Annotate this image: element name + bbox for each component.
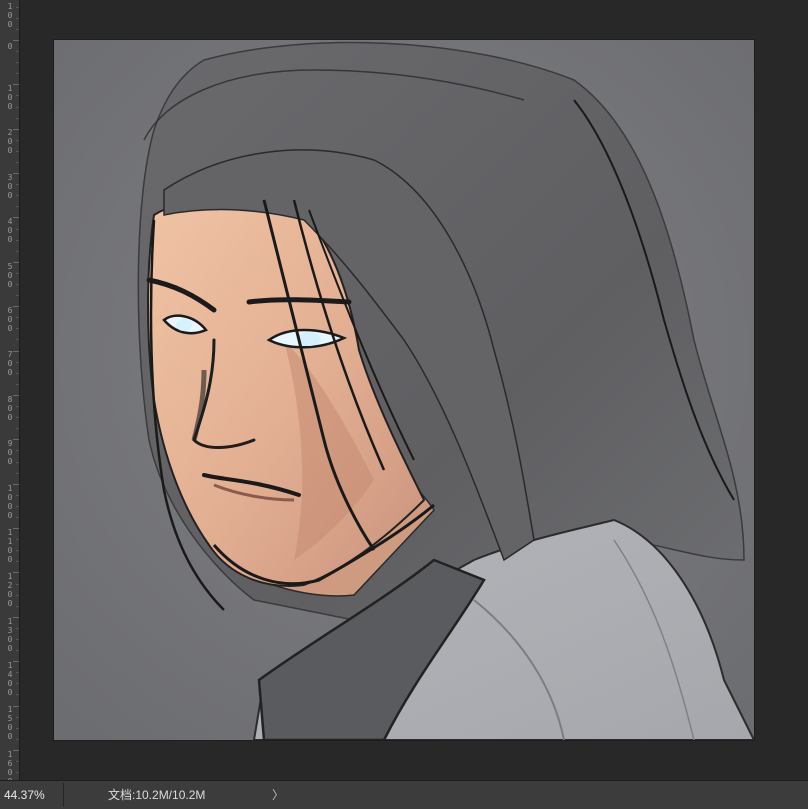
status-bar: 44.37% 文档:10.2M/10.2M 〉 [0,780,808,809]
ruler-minor-tick [16,151,19,152]
ruler-minor-tick [16,384,19,385]
ruler-label-0: 0 [7,42,13,51]
ruler-minor-tick [16,107,19,108]
ruler-minor-tick [16,406,19,407]
ruler-minor-tick [16,229,19,230]
ruler-minor-tick [16,273,19,274]
ruler-minor-tick [16,417,19,418]
ruler-label-800: 800 [7,395,13,422]
ruler-label-1300: 1300 [7,617,13,653]
status-separator [63,783,64,807]
ruler-minor-tick [16,650,19,651]
ruler-minor-tick [16,295,19,296]
ruler-minor-tick [16,328,19,329]
ruler-label-1100: 1100 [7,528,13,564]
ruler-label-100: 100 [7,84,13,111]
ruler-minor-tick [16,728,19,729]
ruler-minor-tick [16,761,19,762]
ruler-label-500: 500 [7,262,13,289]
zoom-level-field[interactable]: 44.37% [4,787,60,803]
ruler-major-tick [13,661,19,662]
ruler-minor-tick [16,339,19,340]
ruler-minor-tick [16,550,19,551]
ruler-minor-tick [16,195,19,196]
ruler-minor-tick [16,539,19,540]
vertical-ruler[interactable]: 100 0 100 200 300 400 500 600 700 800 90… [0,0,20,786]
ruler-minor-tick [16,7,19,8]
ruler-minor-tick [16,251,19,252]
ruler-label-600: 600 [7,306,13,333]
ruler-minor-tick [16,373,19,374]
ruler-minor-tick [16,595,19,596]
right-eyebrow [246,297,352,305]
ruler-major-tick [13,528,19,529]
ruler-major-tick [13,706,19,707]
document-canvas[interactable] [54,40,754,740]
ruler-minor-tick [16,495,19,496]
ruler-label-200: 200 [7,128,13,155]
ruler-major-tick [13,262,19,263]
ruler-minor-tick [16,584,19,585]
ruler-minor-tick [16,628,19,629]
ruler-minor-tick [16,51,19,52]
ruler-minor-tick [16,62,19,63]
ruler-minor-tick [16,184,19,185]
ruler-minor-tick [16,73,19,74]
ruler-minor-tick [16,772,19,773]
ruler-major-tick [13,351,19,352]
ruler-label-700: 700 [7,350,13,377]
ruler-major-tick [13,173,19,174]
ruler-label-300: 300 [7,173,13,200]
ruler-minor-tick [16,162,19,163]
ruler-minor-tick [16,639,19,640]
ruler-major-tick [13,306,19,307]
left-iris [176,319,192,331]
ruler-minor-tick [16,29,19,30]
ruler-label-100-top: 100 [7,2,13,29]
ruler-minor-tick [16,118,19,119]
ruler-label-1200: 1200 [7,572,13,608]
ruler-major-tick [13,572,19,573]
ruler-minor-tick [16,206,19,207]
ruler-minor-tick [16,450,19,451]
ruler-major-tick [13,40,19,41]
ruler-minor-tick [16,140,19,141]
status-menu-arrow-icon[interactable]: 〉 [272,787,284,803]
ruler-major-tick [13,439,19,440]
document-size-info: 文档:10.2M/10.2M [108,788,206,802]
ruler-minor-tick [16,18,19,19]
ruler-minor-tick [16,672,19,673]
ruler-minor-tick [16,95,19,96]
ruler-major-tick [13,484,19,485]
ruler-major-tick [13,395,19,396]
ruler-minor-tick [16,362,19,363]
ruler-minor-tick [16,240,19,241]
ruler-minor-tick [16,739,19,740]
ruler-major-tick [13,129,19,130]
ruler-minor-tick [16,473,19,474]
ruler-label-400: 400 [7,217,13,244]
ruler-minor-tick [16,284,19,285]
ruler-major-tick [13,84,19,85]
artwork-portrait [54,40,754,740]
ruler-minor-tick [16,517,19,518]
ruler-label-1500: 1500 [7,705,13,741]
ruler-minor-tick [16,462,19,463]
ruler-major-tick [13,217,19,218]
ruler-minor-tick [16,694,19,695]
ruler-minor-tick [16,683,19,684]
ruler-major-tick [13,750,19,751]
ruler-minor-tick [16,606,19,607]
ruler-minor-tick [16,561,19,562]
ruler-major-tick [13,617,19,618]
ruler-minor-tick [16,317,19,318]
ruler-minor-tick [16,717,19,718]
ruler-label-1400: 1400 [7,661,13,697]
ruler-label-1000: 1000 [7,484,13,520]
ruler-minor-tick [16,506,19,507]
ruler-label-900: 900 [7,439,13,466]
ruler-minor-tick [16,428,19,429]
